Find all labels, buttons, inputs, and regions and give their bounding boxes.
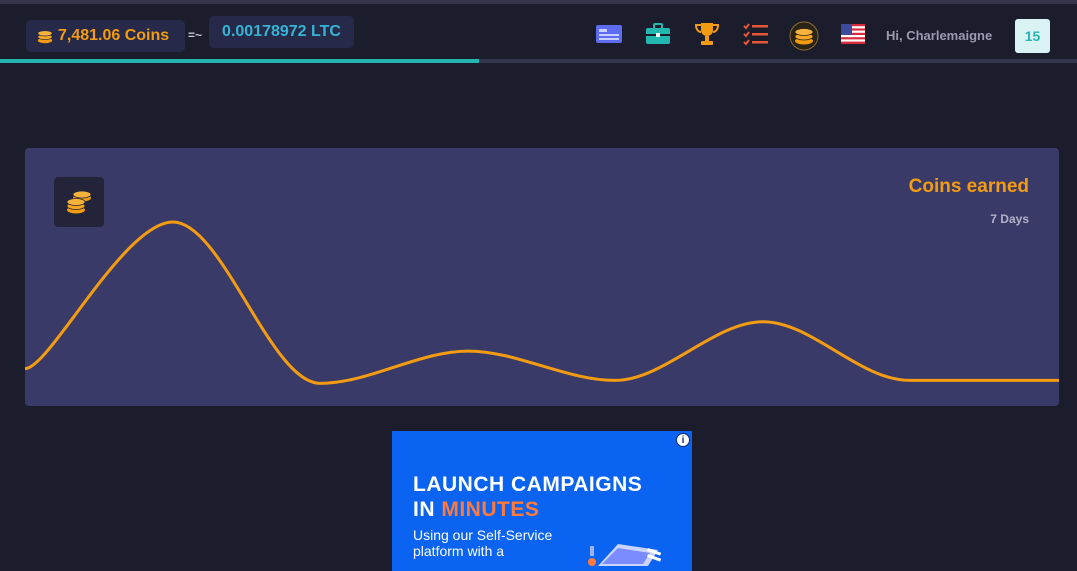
coins-icon [54,177,104,227]
card-title: Coins earned [908,176,1029,197]
series-line [25,220,1059,385]
coins-icon [37,30,53,44]
ad-headline-line1: LAUNCH CAMPAIGNS [413,473,643,496]
tasks-icon[interactable] [742,20,770,48]
id-card-icon[interactable] [595,20,623,48]
user-greeting[interactable]: Hi, Charlemaigne [886,28,992,43]
level-progress-fill [0,59,480,63]
ltc-value-text: 0.00178972 LTC [222,23,341,40]
card-subtitle: 7 Days [990,212,1029,226]
coins-earned-chart [25,220,1059,385]
coins-earned-card: Coins earned 7 Days [25,148,1059,406]
ad-banner[interactable]: i LAUNCH CAMPAIGNS IN MINUTES Using our … [392,431,692,571]
coins-balance-text: 7,481.06 Coins [58,27,170,44]
coins-balance-pill[interactable]: 7,481.06 Coins [26,20,185,52]
ad-body-text: Using our Self-Service platform with a [413,527,553,559]
ad-headline-prefix: IN [413,498,435,521]
ad-headline-highlight: MINUTES [441,498,540,521]
us-flag-icon[interactable] [839,20,867,48]
ad-headline-line2: IN MINUTES [413,498,539,522]
ad-illustration [588,544,662,566]
briefcase-icon[interactable] [644,20,672,48]
level-badge[interactable]: 15 [1015,19,1050,53]
ltc-value-pill: 0.00178972 LTC [209,16,354,48]
trophy-icon[interactable] [693,20,721,48]
coin-stack-icon[interactable] [789,21,819,51]
level-progress-bar [0,59,1077,63]
ad-info-icon[interactable]: i [676,433,690,447]
approx-sign: =~ [188,28,203,42]
